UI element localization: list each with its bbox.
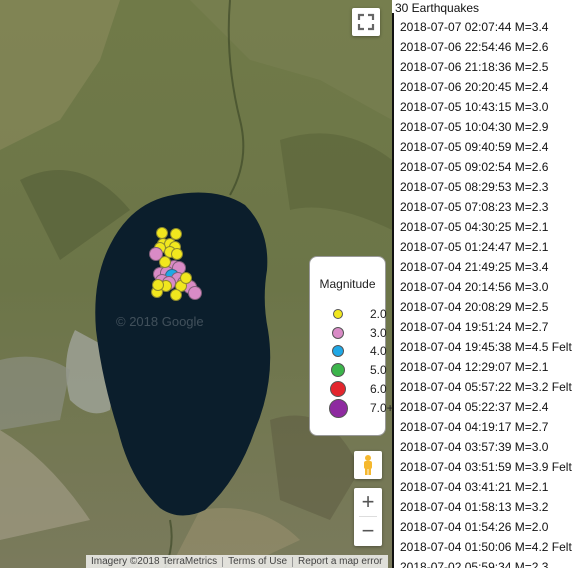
earthquake-list-item[interactable]: 2018-07-04 03:57:39 M=3.0 [400, 440, 548, 454]
earthquake-list-item[interactable]: 2018-07-06 21:18:36 M=2.5 [400, 60, 548, 74]
earthquake-list-item[interactable]: 2018-07-05 10:04:30 M=2.9 [400, 120, 548, 134]
street-view-button[interactable] [354, 451, 382, 479]
earthquake-marker[interactable] [170, 289, 182, 301]
legend-item: 4.0 [328, 343, 387, 359]
legend-item: 6.0 [328, 381, 387, 397]
earthquake-list-item[interactable]: 2018-07-05 09:02:54 M=2.6 [400, 160, 548, 174]
legend-swatch [332, 345, 344, 357]
map-watermark: © 2018 Google [116, 314, 204, 329]
earthquake-list-item[interactable]: 2018-07-04 01:50:06 M=4.2 Felt [400, 540, 572, 554]
legend-label: 5.0 [370, 363, 387, 377]
legend-label: 2.0 [370, 307, 387, 321]
legend-label: 4.0 [370, 344, 387, 358]
legend-label: 6.0 [370, 382, 387, 396]
legend-swatch [332, 327, 344, 339]
earthquake-list-item[interactable]: 2018-07-04 03:51:59 M=3.9 Felt [400, 460, 572, 474]
zoom-in-button[interactable]: + [354, 488, 382, 516]
earthquake-list-item[interactable]: 2018-07-04 04:19:17 M=2.7 [400, 420, 548, 434]
earthquake-list-item[interactable]: 2018-07-05 04:30:25 M=2.1 [400, 220, 548, 234]
legend-swatch [333, 309, 343, 319]
earthquake-list-item[interactable]: 2018-07-07 02:07:44 M=3.4 [400, 20, 548, 34]
earthquake-marker[interactable] [159, 256, 171, 268]
legend-item: 3.0 [328, 325, 387, 341]
list-divider [392, 13, 394, 568]
zoom-control: + − [354, 488, 382, 546]
legend-swatch [331, 363, 345, 377]
earthquake-list-item[interactable]: 2018-07-05 01:24:47 M=2.1 [400, 240, 548, 254]
terms-of-use-link[interactable]: Terms of Use [223, 556, 292, 567]
earthquake-list-item[interactable]: 2018-07-04 19:45:38 M=4.5 Felt [400, 340, 572, 354]
earthquake-list-item[interactable]: 2018-07-04 19:51:24 M=2.7 [400, 320, 548, 334]
legend-item: 2.0 [328, 306, 387, 322]
earthquake-list-item[interactable]: 2018-07-06 22:54:46 M=2.6 [400, 40, 548, 54]
report-map-error-link[interactable]: Report a map error [293, 556, 387, 567]
earthquake-list-item[interactable]: 2018-07-04 01:54:26 M=2.0 [400, 520, 548, 534]
earthquake-list-item[interactable]: 2018-07-05 09:40:59 M=2.4 [400, 140, 548, 154]
earthquake-marker[interactable] [180, 272, 192, 284]
imagery-credit: Imagery ©2018 TerraMetrics [91, 556, 218, 567]
legend-item: 7.0+ [328, 398, 392, 418]
earthquake-list-item[interactable]: 2018-07-04 20:08:29 M=2.5 [400, 300, 548, 314]
earthquake-list-item[interactable]: 2018-07-04 21:49:25 M=3.4 [400, 260, 548, 274]
earthquake-marker[interactable] [171, 248, 183, 260]
earthquake-list-item[interactable]: 2018-07-06 20:20:45 M=2.4 [400, 80, 548, 94]
legend-label: 7.0+ [370, 401, 392, 415]
legend-label: 3.0 [370, 326, 387, 340]
legend-title: Magnitude [319, 277, 376, 291]
earthquake-list-item[interactable]: 2018-07-05 08:29:53 M=2.3 [400, 180, 548, 194]
legend-item: 5.0 [328, 362, 387, 378]
earthquake-list-item[interactable]: 2018-07-04 20:14:56 M=3.0 [400, 280, 548, 294]
earthquake-marker[interactable] [188, 286, 202, 300]
zoom-out-button[interactable]: − [354, 517, 382, 545]
legend-swatch [328, 398, 348, 418]
pegman-icon [364, 455, 372, 475]
earthquake-list-item[interactable]: 2018-07-04 05:57:22 M=3.2 Felt [400, 380, 572, 394]
earthquake-list-item[interactable]: 2018-07-05 07:08:23 M=2.3 [400, 200, 548, 214]
earthquake-list-item[interactable]: 2018-07-04 05:22:37 M=2.4 [400, 400, 548, 414]
fullscreen-icon [357, 13, 375, 31]
magnitude-legend: Magnitude 2.0 3.0 4.0 5.0 6.0 7.0+ [309, 256, 392, 436]
earthquake-list-item[interactable]: 2018-07-05 10:43:15 M=3.0 [400, 100, 548, 114]
earthquake-marker[interactable] [152, 279, 164, 291]
fullscreen-button[interactable] [352, 8, 380, 36]
earthquake-list-item[interactable]: 2018-07-04 01:58:13 M=3.2 [400, 500, 548, 514]
legend-swatch [330, 381, 346, 397]
earthquake-list-panel: 30 Earthquakes 2018-07-07 02:07:44 M=3.4… [392, 0, 583, 568]
earthquake-list-item[interactable]: 2018-07-04 03:41:21 M=2.1 [400, 480, 548, 494]
map-view[interactable]: © 2018 Google Magnitude 2.0 3.0 4.0 5.0 6.0 7… [0, 0, 392, 568]
earthquake-list-item[interactable]: 2018-07-04 12:29:07 M=2.1 [400, 360, 548, 374]
map-attribution: Imagery ©2018 TerraMetrics Terms of Use … [86, 555, 388, 568]
earthquake-count-title: 30 Earthquakes [395, 1, 480, 15]
earthquake-list-item[interactable]: 2018-07-02 05:59:34 M=2.3 [400, 560, 548, 568]
